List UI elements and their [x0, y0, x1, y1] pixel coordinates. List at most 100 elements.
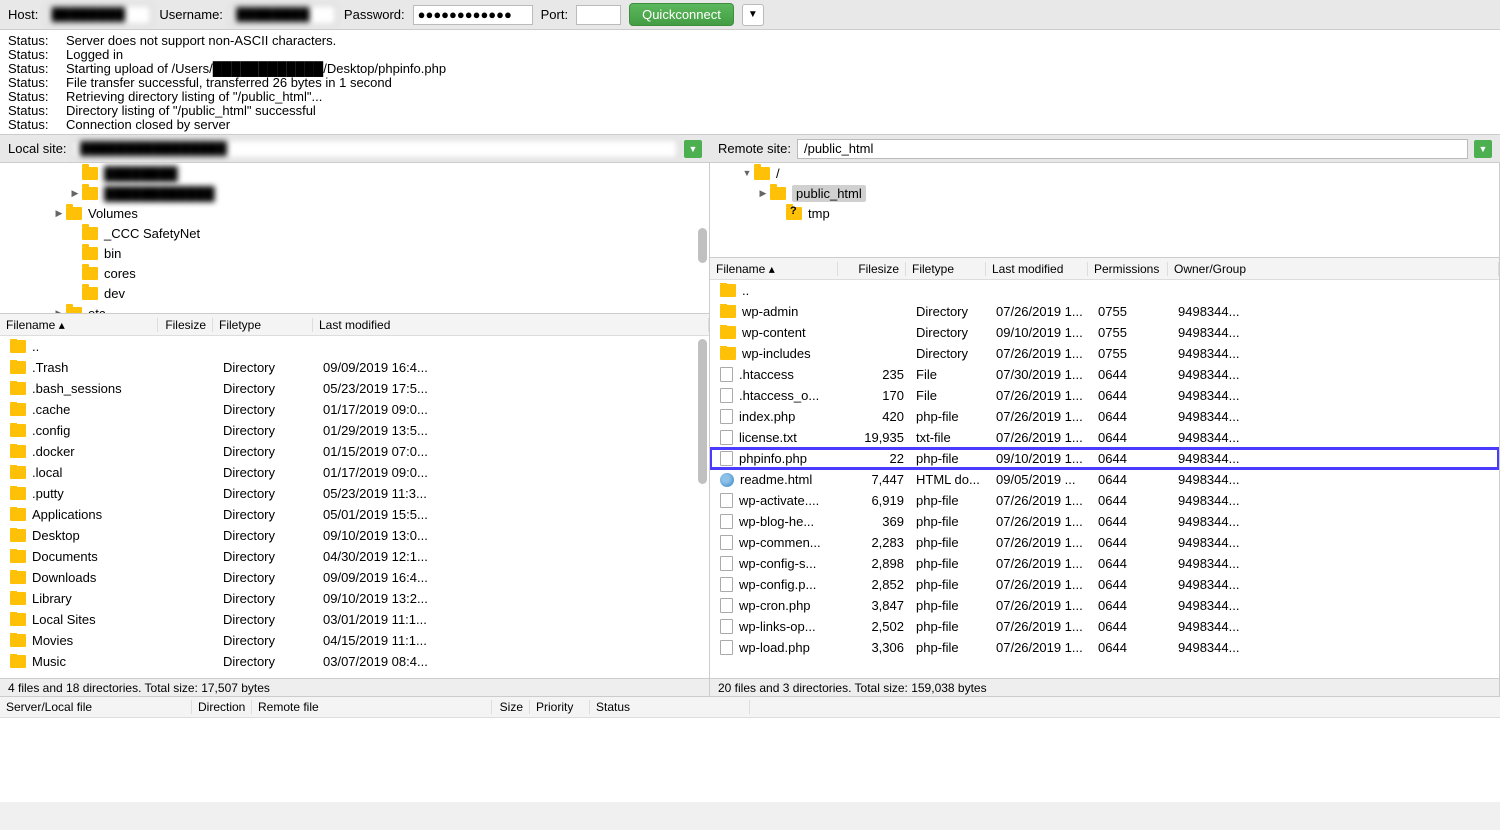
- tree-item[interactable]: ▼/: [710, 163, 1499, 183]
- local-file-listing[interactable]: Filename ▴ Filesize Filetype Last modifi…: [0, 313, 709, 678]
- file-row[interactable]: DesktopDirectory09/10/2019 13:0...: [0, 525, 709, 546]
- file-row[interactable]: .configDirectory01/29/2019 13:5...: [0, 420, 709, 441]
- file-size: 369: [842, 514, 910, 529]
- file-row[interactable]: wp-config.p...2,852php-file07/26/2019 1.…: [710, 574, 1499, 595]
- remote-site-input[interactable]: [797, 139, 1468, 159]
- file-name: readme.html: [740, 472, 812, 487]
- col-modified[interactable]: Last modified: [986, 262, 1088, 276]
- col-filename[interactable]: Filename ▴: [0, 318, 158, 332]
- transfer-queue[interactable]: [0, 718, 1500, 802]
- col-permissions[interactable]: Permissions: [1088, 262, 1168, 276]
- file-type: File: [910, 367, 990, 382]
- remote-pane: ▼/▶public_htmltmp Filename ▴ Filesize Fi…: [710, 163, 1500, 696]
- file-row[interactable]: license.txt19,935txt-file07/26/2019 1...…: [710, 427, 1499, 448]
- tree-item[interactable]: ▶Volumes: [0, 203, 709, 223]
- quickconnect-history-dropdown[interactable]: ▼: [742, 4, 764, 26]
- file-row[interactable]: readme.html7,447HTML do...09/05/2019 ...…: [710, 469, 1499, 490]
- username-input[interactable]: [231, 5, 336, 25]
- tree-item[interactable]: ▶████████████: [0, 183, 709, 203]
- remote-site-dropdown[interactable]: ▼: [1474, 140, 1492, 158]
- file-row[interactable]: index.php420php-file07/26/2019 1...06449…: [710, 406, 1499, 427]
- disclosure-triangle[interactable]: ▶: [52, 208, 66, 219]
- tree-item[interactable]: ████████: [0, 163, 709, 183]
- file-row[interactable]: wp-load.php3,306php-file07/26/2019 1...0…: [710, 637, 1499, 658]
- file-row[interactable]: .htaccess_o...170File07/26/2019 1...0644…: [710, 385, 1499, 406]
- file-row[interactable]: MoviesDirectory04/15/2019 11:1...: [0, 630, 709, 651]
- tree-item[interactable]: cores: [0, 263, 709, 283]
- col-status[interactable]: Status: [590, 700, 750, 714]
- col-filename[interactable]: Filename ▴: [710, 262, 838, 276]
- port-input[interactable]: [576, 5, 621, 25]
- tree-item[interactable]: bin: [0, 243, 709, 263]
- log-msg: Directory listing of "/public_html" succ…: [66, 104, 316, 118]
- tree-item[interactable]: ▶etc: [0, 303, 709, 313]
- file-row[interactable]: wp-activate....6,919php-file07/26/2019 1…: [710, 490, 1499, 511]
- file-owner: 9498344...: [1172, 535, 1262, 550]
- tree-item[interactable]: _CCC SafetyNet: [0, 223, 709, 243]
- file-row[interactable]: wp-cron.php3,847php-file07/26/2019 1...0…: [710, 595, 1499, 616]
- col-server[interactable]: Server/Local file: [0, 700, 192, 714]
- tree-item[interactable]: ▶public_html: [710, 183, 1499, 203]
- local-site-input[interactable]: [73, 139, 678, 159]
- file-type: Directory: [217, 633, 317, 648]
- col-direction[interactable]: Direction: [192, 700, 252, 714]
- file-modified: 03/01/2019 11:1...: [317, 612, 487, 627]
- file-name: Documents: [32, 549, 98, 564]
- file-owner: 9498344...: [1172, 304, 1262, 319]
- col-size[interactable]: Size: [492, 700, 530, 714]
- local-directory-tree[interactable]: ████████▶████████████▶Volumes_CCC Safety…: [0, 163, 709, 313]
- file-type: Directory: [217, 444, 317, 459]
- file-size: 2,283: [842, 535, 910, 550]
- file-row[interactable]: .puttyDirectory05/23/2019 11:3...: [0, 483, 709, 504]
- disclosure-triangle[interactable]: ▶: [756, 188, 770, 199]
- tree-item[interactable]: dev: [0, 283, 709, 303]
- file-row[interactable]: wp-config-s...2,898php-file07/26/2019 1.…: [710, 553, 1499, 574]
- col-filetype[interactable]: Filetype: [213, 318, 313, 332]
- file-row[interactable]: wp-contentDirectory09/10/2019 1...075594…: [710, 322, 1499, 343]
- quickconnect-button[interactable]: Quickconnect: [629, 3, 734, 26]
- file-row[interactable]: DownloadsDirectory09/09/2019 16:4...: [0, 567, 709, 588]
- password-label: Password:: [344, 7, 405, 22]
- col-filesize[interactable]: Filesize: [838, 262, 906, 276]
- file-type: Directory: [217, 612, 317, 627]
- tree-item[interactable]: tmp: [710, 203, 1499, 223]
- host-input[interactable]: [46, 5, 151, 25]
- file-row[interactable]: ..: [710, 280, 1499, 301]
- remote-directory-tree[interactable]: ▼/▶public_htmltmp: [710, 163, 1499, 257]
- file-row[interactable]: .cacheDirectory01/17/2019 09:0...: [0, 399, 709, 420]
- file-row[interactable]: phpinfo.php22php-file09/10/2019 1...0644…: [710, 448, 1499, 469]
- file-row[interactable]: wp-commen...2,283php-file07/26/2019 1...…: [710, 532, 1499, 553]
- disclosure-triangle[interactable]: ▼: [740, 168, 754, 178]
- file-row[interactable]: Local SitesDirectory03/01/2019 11:1...: [0, 609, 709, 630]
- file-row[interactable]: LibraryDirectory09/10/2019 13:2...: [0, 588, 709, 609]
- file-row[interactable]: .localDirectory01/17/2019 09:0...: [0, 462, 709, 483]
- file-row[interactable]: .dockerDirectory01/15/2019 07:0...: [0, 441, 709, 462]
- file-row[interactable]: .TrashDirectory09/09/2019 16:4...: [0, 357, 709, 378]
- file-modified: 07/26/2019 1...: [990, 304, 1092, 319]
- file-modified: 07/26/2019 1...: [990, 535, 1092, 550]
- file-row[interactable]: wp-adminDirectory07/26/2019 1...07559498…: [710, 301, 1499, 322]
- file-row[interactable]: ApplicationsDirectory05/01/2019 15:5...: [0, 504, 709, 525]
- col-modified[interactable]: Last modified: [313, 318, 709, 332]
- file-row[interactable]: ..: [0, 336, 709, 357]
- file-row[interactable]: wp-includesDirectory07/26/2019 1...07559…: [710, 343, 1499, 364]
- col-filetype[interactable]: Filetype: [906, 262, 986, 276]
- username-label: Username:: [159, 7, 223, 22]
- col-priority[interactable]: Priority: [530, 700, 590, 714]
- file-row[interactable]: wp-links-op...2,502php-file07/26/2019 1.…: [710, 616, 1499, 637]
- file-row[interactable]: .bash_sessionsDirectory05/23/2019 17:5..…: [0, 378, 709, 399]
- col-filesize[interactable]: Filesize: [158, 318, 213, 332]
- password-input[interactable]: [413, 5, 533, 25]
- file-row[interactable]: DocumentsDirectory04/30/2019 12:1...: [0, 546, 709, 567]
- file-row[interactable]: .htaccess235File07/30/2019 1...064494983…: [710, 364, 1499, 385]
- file-row[interactable]: wp-blog-he...369php-file07/26/2019 1...0…: [710, 511, 1499, 532]
- col-remote[interactable]: Remote file: [252, 700, 492, 714]
- disclosure-triangle[interactable]: ▶: [68, 188, 82, 199]
- file-name: ..: [742, 283, 749, 298]
- file-type: php-file: [910, 619, 990, 634]
- remote-file-listing[interactable]: Filename ▴ Filesize Filetype Last modifi…: [710, 257, 1499, 678]
- file-permissions: 0755: [1092, 304, 1172, 319]
- col-owner[interactable]: Owner/Group: [1168, 262, 1499, 276]
- file-row[interactable]: MusicDirectory03/07/2019 08:4...: [0, 651, 709, 672]
- local-site-dropdown[interactable]: ▼: [684, 140, 702, 158]
